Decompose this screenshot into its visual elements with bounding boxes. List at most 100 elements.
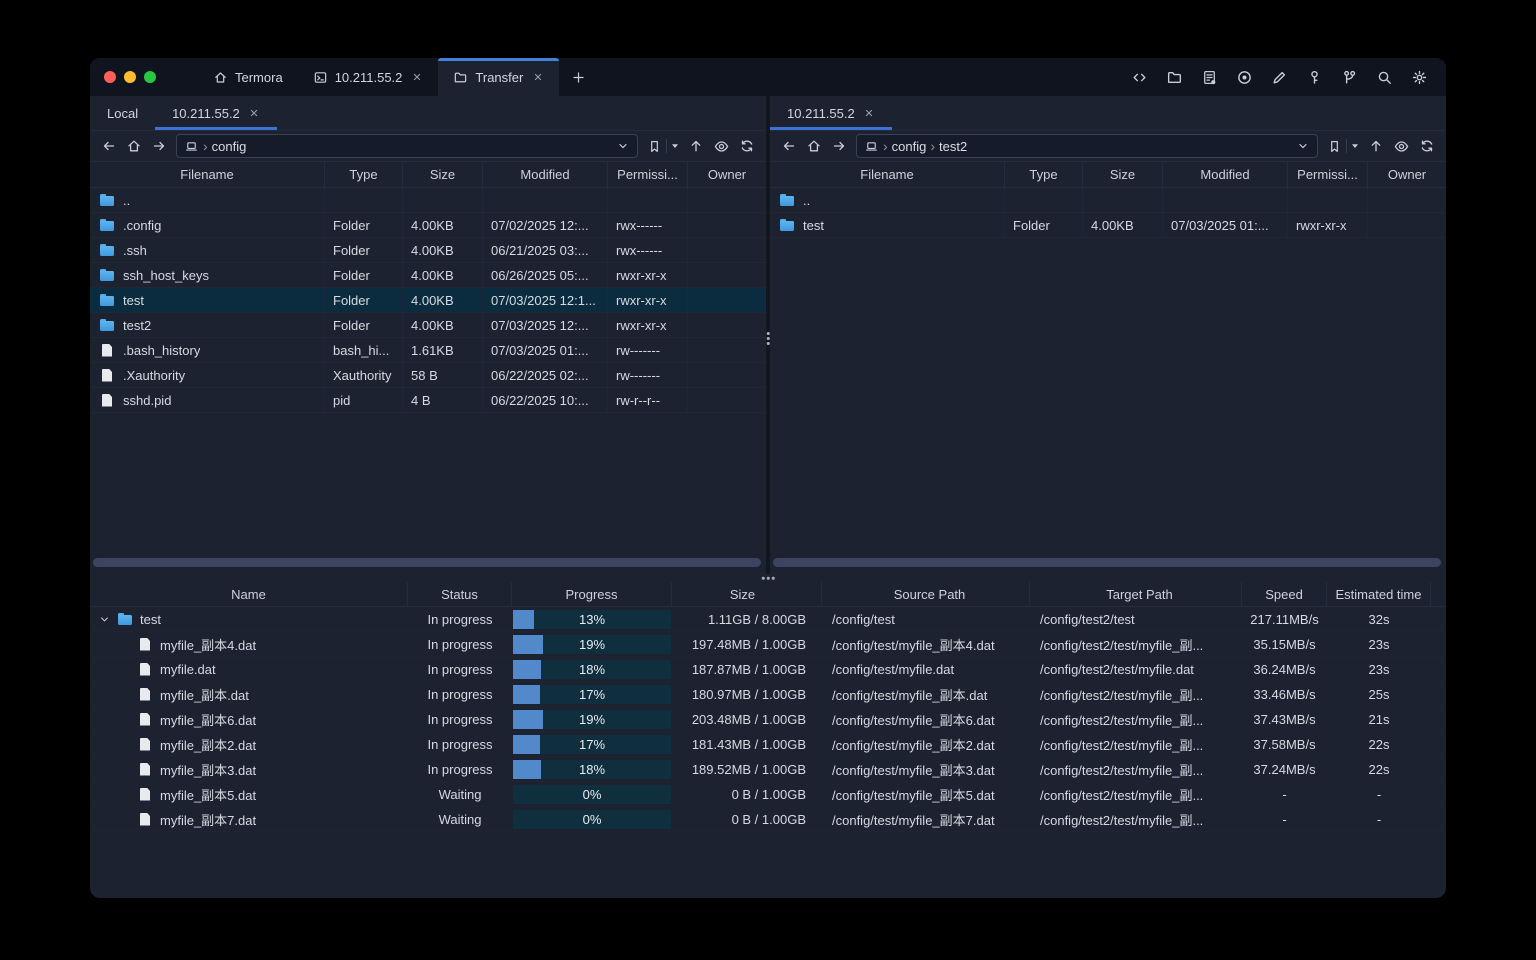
path-breadcrumb-field[interactable]: › config <box>176 134 638 158</box>
file-row[interactable]: sshd.pid pid 4 B 06/22/2025 10:... rw-r-… <box>90 388 766 413</box>
column-header[interactable]: Target Path <box>1030 582 1242 606</box>
column-header[interactable]: Owner <box>688 162 766 187</box>
file-row[interactable]: .. <box>770 188 1446 213</box>
home-icon[interactable] <box>806 138 822 154</box>
bookmark-icon[interactable] <box>1327 139 1342 154</box>
path-breadcrumb-field[interactable]: › config › test2 <box>856 134 1318 158</box>
home-icon[interactable] <box>126 138 142 154</box>
key-icon[interactable] <box>1306 69 1323 86</box>
column-header[interactable]: Source Path <box>822 582 1030 606</box>
edit-icon[interactable] <box>1271 69 1288 86</box>
transfer-size: 0 B / 1.00GB <box>731 786 806 802</box>
column-header[interactable]: Modified <box>483 162 608 187</box>
transfer-row[interactable]: myfile_副本6.dat In progress 19% 203.48MB … <box>90 707 1446 732</box>
column-header[interactable]: Permissi... <box>1288 162 1368 187</box>
file-type-icon <box>138 638 153 651</box>
upload-up-arrow-icon[interactable] <box>688 138 704 154</box>
path-dropdown-chevron-icon[interactable] <box>616 139 630 153</box>
column-header[interactable]: Size <box>672 582 822 606</box>
search-icon[interactable] <box>1376 69 1393 86</box>
path-dropdown-chevron-icon[interactable] <box>1296 139 1310 153</box>
file-permissions: rwxr-xr-x <box>608 263 688 287</box>
file-type: Folder <box>325 238 403 262</box>
folder-icon[interactable] <box>1166 69 1183 86</box>
column-header[interactable]: Size <box>1083 162 1163 187</box>
close-tab-icon[interactable] <box>863 107 875 119</box>
upload-up-arrow-icon[interactable] <box>1368 138 1384 154</box>
column-header[interactable]: Permissi... <box>608 162 688 187</box>
column-header[interactable]: Name <box>90 582 408 606</box>
titlebar-tab[interactable]: 10.211.55.2 <box>298 58 439 96</box>
refresh-icon[interactable] <box>739 138 755 154</box>
transfer-row[interactable]: myfile_副本5.dat Waiting 0% 0 B / 1.00GB /… <box>90 782 1446 807</box>
column-header[interactable]: Speed <box>1242 582 1327 606</box>
column-header[interactable]: Modified <box>1163 162 1288 187</box>
transfer-file-name: myfile_副本3.dat <box>160 762 257 778</box>
file-row[interactable]: .bash_history bash_hi... 1.61KB 07/03/20… <box>90 338 766 363</box>
transfer-row[interactable]: myfile_副本2.dat In progress 17% 181.43MB … <box>90 732 1446 757</box>
panel-tab[interactable]: 10.211.55.2 <box>770 96 892 130</box>
transfer-speed: 37.58MB/s <box>1253 736 1316 752</box>
bookmark-caret-down-icon[interactable] <box>671 143 679 149</box>
show-hidden-eye-icon[interactable] <box>713 138 730 155</box>
column-header[interactable]: Progress <box>512 582 672 606</box>
logs-icon[interactable] <box>1201 69 1218 86</box>
column-header[interactable]: Status <box>408 582 512 606</box>
minimize-window-button[interactable] <box>124 71 136 83</box>
horizontal-splitter[interactable] <box>90 574 1446 582</box>
settings-gear-icon[interactable] <box>1411 69 1428 86</box>
file-row[interactable]: .. <box>90 188 766 213</box>
transfer-row[interactable]: myfile_副本.dat In progress 17% 180.97MB /… <box>90 682 1446 707</box>
forward-icon[interactable] <box>831 138 847 154</box>
right-file-table-body: .. test Folder 4.00KB 07/03/2025 01:... … <box>770 188 1446 238</box>
transfer-row[interactable]: myfile_副本3.dat In progress 18% 189.52MB … <box>90 757 1446 782</box>
code-icon[interactable] <box>1131 69 1148 86</box>
new-tab-button[interactable] <box>559 58 598 96</box>
transfer-row[interactable]: myfile_副本4.dat In progress 19% 197.48MB … <box>90 632 1446 657</box>
breadcrumb-segment[interactable]: config <box>212 139 247 154</box>
forward-icon[interactable] <box>151 138 167 154</box>
horizontal-scrollbar[interactable] <box>93 558 761 567</box>
back-icon[interactable] <box>781 138 797 154</box>
column-header[interactable]: Owner <box>1368 162 1446 187</box>
zoom-window-button[interactable] <box>144 71 156 83</box>
keychain-icon[interactable] <box>1341 69 1358 86</box>
horizontal-scrollbar[interactable] <box>773 558 1441 567</box>
titlebar-tab[interactable]: Transfer <box>438 58 560 96</box>
refresh-icon[interactable] <box>1419 138 1435 154</box>
file-row[interactable]: .Xauthority Xauthority 58 B 06/22/2025 0… <box>90 363 766 388</box>
file-row[interactable]: test Folder 4.00KB 07/03/2025 12:1... rw… <box>90 288 766 313</box>
file-row[interactable]: .ssh Folder 4.00KB 06/21/2025 03:... rwx… <box>90 238 766 263</box>
record-icon[interactable] <box>1236 69 1253 86</box>
close-tab-icon[interactable] <box>532 71 544 83</box>
close-tab-icon[interactable] <box>248 107 260 119</box>
file-row[interactable]: ssh_host_keys Folder 4.00KB 06/26/2025 0… <box>90 263 766 288</box>
bookmark-icon[interactable] <box>647 139 662 154</box>
file-row[interactable]: test Folder 4.00KB 07/03/2025 01:... rwx… <box>770 213 1446 238</box>
column-header[interactable]: Type <box>325 162 403 187</box>
transfer-row[interactable]: myfile.dat In progress 18% 187.87MB / 1.… <box>90 657 1446 682</box>
file-row[interactable]: test2 Folder 4.00KB 07/03/2025 12:... rw… <box>90 313 766 338</box>
close-tab-icon[interactable] <box>411 71 423 83</box>
column-header[interactable]: Type <box>1005 162 1083 187</box>
breadcrumb-segment[interactable]: config <box>892 139 927 154</box>
column-header[interactable]: Filename <box>90 162 325 187</box>
chevron-down-expander-icon[interactable] <box>98 613 111 626</box>
progress-percent: 0% <box>582 811 602 827</box>
column-header[interactable]: Filename <box>770 162 1005 187</box>
column-header[interactable]: Estimated time <box>1327 582 1431 606</box>
estimated-time: 22s <box>1368 736 1390 752</box>
show-hidden-eye-icon[interactable] <box>1393 138 1410 155</box>
close-window-button[interactable] <box>104 71 116 83</box>
transfer-row[interactable]: test In progress 13% 1.11GB / 8.00GB /co… <box>90 607 1446 632</box>
breadcrumb-segment[interactable]: test2 <box>939 139 967 154</box>
file-name: sshd.pid <box>123 392 172 408</box>
back-icon[interactable] <box>101 138 117 154</box>
panel-tab[interactable]: 10.211.55.2 <box>155 96 277 130</box>
bookmark-caret-down-icon[interactable] <box>1351 143 1359 149</box>
titlebar-tab[interactable]: Termora <box>198 58 298 96</box>
column-header[interactable]: Size <box>403 162 483 187</box>
panel-tab[interactable]: Local <box>90 96 155 130</box>
file-row[interactable]: .config Folder 4.00KB 07/02/2025 12:... … <box>90 213 766 238</box>
transfer-row[interactable]: myfile_副本7.dat Waiting 0% 0 B / 1.00GB /… <box>90 807 1446 832</box>
